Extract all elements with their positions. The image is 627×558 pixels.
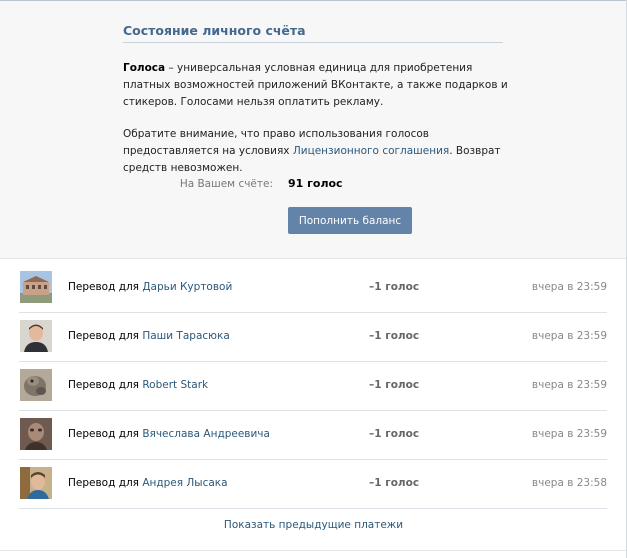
transfer-date: вчера в 23:59 — [531, 330, 607, 342]
avatar[interactable] — [20, 467, 52, 499]
transfer-prefix: Перевод для — [68, 281, 139, 293]
balance-panel: Состояние личного счёта Голоса – универс… — [0, 1, 626, 259]
transfer-date: вчера в 23:59 — [531, 281, 607, 293]
transfer-prefix: Перевод для — [68, 379, 139, 391]
recipient-link[interactable]: Дарьи Куртовой — [142, 281, 232, 293]
avatar[interactable] — [20, 418, 52, 450]
transfer-amount: –1 голос — [369, 281, 420, 293]
transfer-description: Перевод для Дарьи Куртовой — [68, 281, 232, 293]
recipient-link[interactable]: Robert Stark — [142, 379, 208, 391]
transfer-date: вчера в 23:59 — [531, 379, 607, 391]
table-row: Перевод для Паши Тарасюка –1 голос вчера… — [19, 313, 607, 362]
avatar[interactable] — [20, 320, 52, 352]
recipient-link[interactable]: Паши Тарасюка — [142, 330, 229, 342]
transfer-prefix: Перевод для — [68, 477, 139, 489]
transfer-prefix: Перевод для — [68, 428, 139, 440]
bottom-divider — [0, 550, 626, 551]
transfer-prefix: Перевод для — [68, 330, 139, 342]
transfer-description: Перевод для Паши Тарасюка — [68, 330, 230, 342]
votes-term: Голоса — [123, 62, 166, 74]
top-up-balance-button[interactable]: Пополнить баланс — [288, 207, 412, 234]
votes-description: Голоса – универсальная условная единица … — [123, 60, 513, 111]
transfer-amount: –1 голос — [369, 330, 420, 342]
table-row: Перевод для Вячеслава Андреевича –1 голо… — [19, 411, 607, 460]
transfer-date: вчера в 23:59 — [531, 428, 607, 440]
transfer-description: Перевод для Вячеслава Андреевича — [68, 428, 270, 440]
transfer-description: Перевод для Андрея Лысака — [68, 477, 228, 489]
license-agreement-link[interactable]: Лицензионного соглашения — [293, 145, 449, 157]
avatar[interactable] — [20, 369, 52, 401]
transfer-amount: –1 голос — [369, 428, 420, 440]
show-previous-payments-link[interactable]: Показать предыдущие платежи — [224, 519, 403, 531]
page-title: Состояние личного счёта — [123, 23, 306, 38]
table-row: Перевод для Robert Stark –1 голос вчера … — [19, 362, 607, 411]
title-divider — [123, 42, 503, 43]
table-row: Перевод для Дарьи Куртовой –1 голос вчер… — [19, 264, 607, 313]
balance-label: На Вашем счёте: — [179, 178, 273, 190]
show-more-footer: Показать предыдущие платежи — [0, 519, 627, 531]
transaction-list: Перевод для Дарьи Куртовой –1 голос вчер… — [19, 264, 607, 509]
transfer-amount: –1 голос — [369, 379, 420, 391]
table-row: Перевод для Андрея Лысака –1 голос вчера… — [19, 460, 607, 509]
recipient-link[interactable]: Андрея Лысака — [142, 477, 227, 489]
votes-definition: – универсальная условная единица для при… — [123, 62, 508, 108]
refund-notice: Обратите внимание, что право использован… — [123, 126, 513, 177]
transfer-description: Перевод для Robert Stark — [68, 379, 208, 391]
transfer-date: вчера в 23:58 — [531, 477, 607, 489]
recipient-link[interactable]: Вячеслава Андреевича — [142, 428, 270, 440]
balance-value: 91 голос — [288, 177, 343, 190]
transfer-amount: –1 голос — [369, 477, 420, 489]
avatar[interactable] — [20, 271, 52, 303]
